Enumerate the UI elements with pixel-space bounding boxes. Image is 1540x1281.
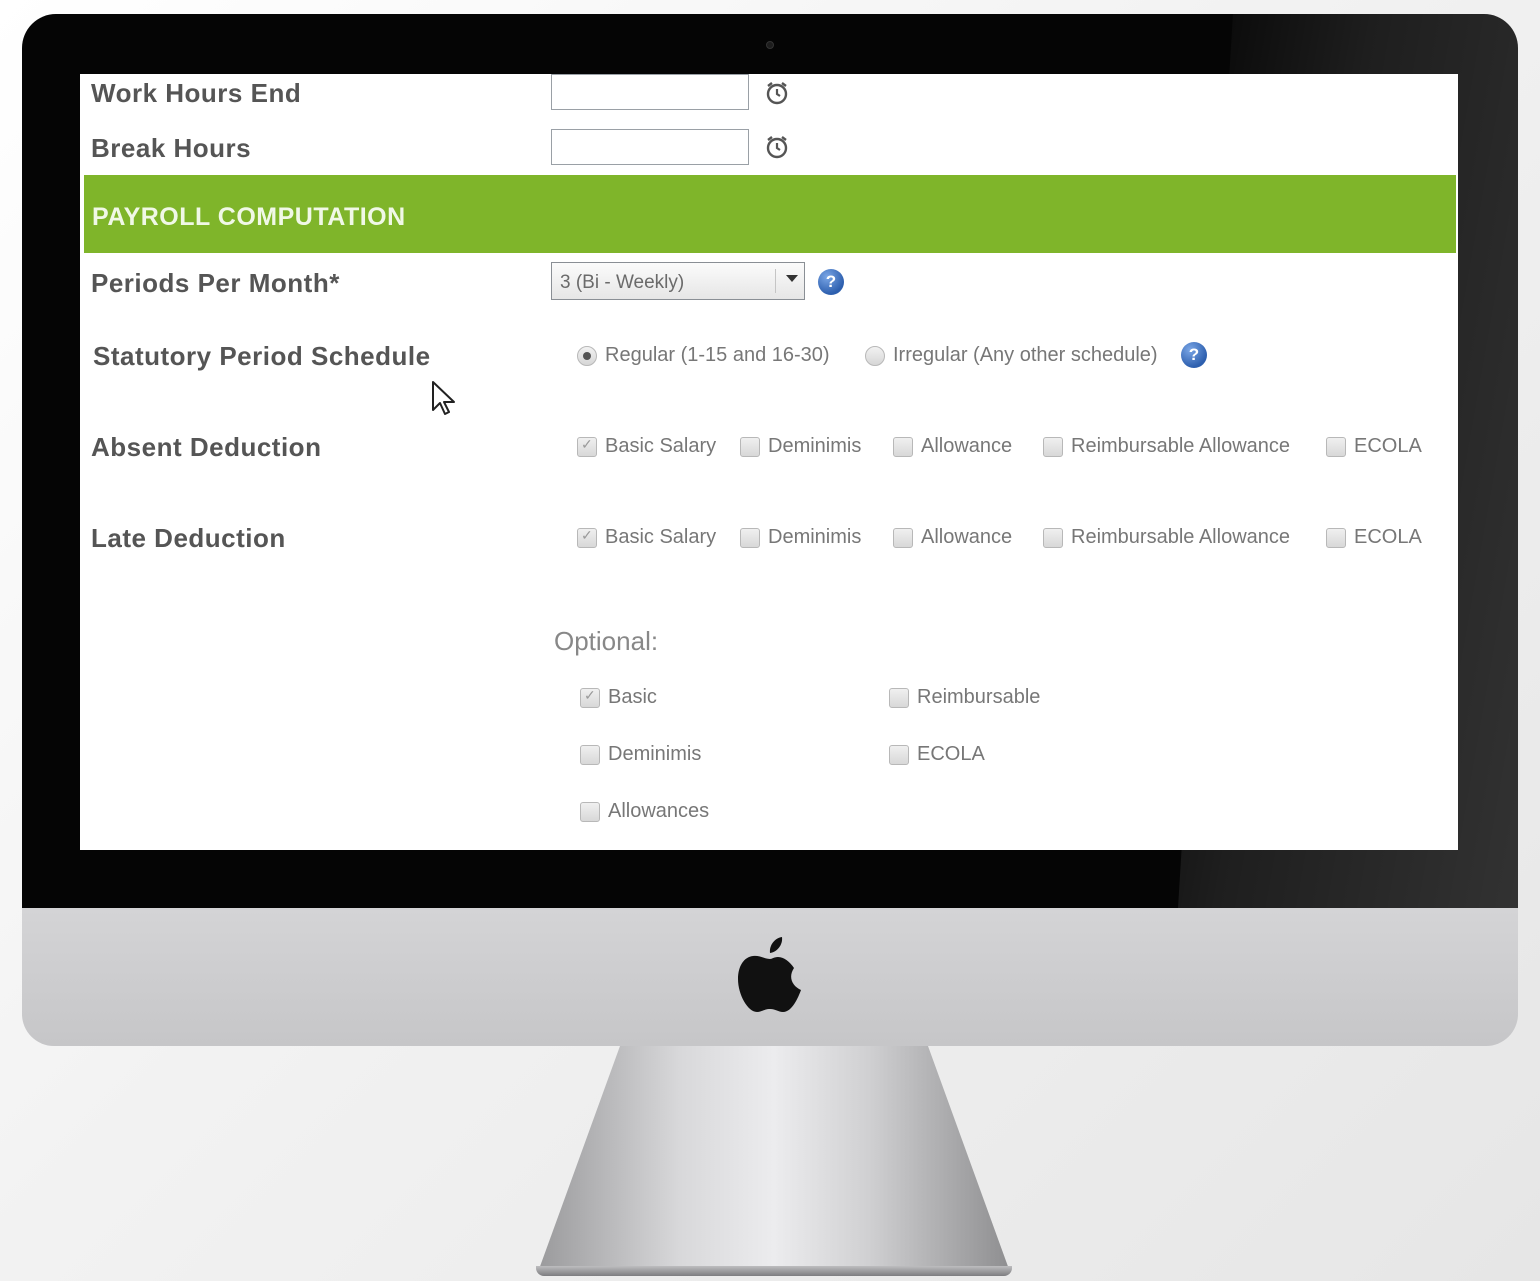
optional-reimbursable-checkbox[interactable]: Reimbursable (889, 686, 1040, 709)
checkbox[interactable] (1043, 527, 1063, 548)
checkbox-label: Basic Salary (605, 435, 717, 457)
statutory-period-schedule-label: Statutory Period Schedule (93, 341, 431, 371)
periods-per-month-label: Periods Per Month* (91, 268, 340, 298)
late-basic-salary-checkbox[interactable]: Basic Salary (577, 526, 716, 549)
late-allowance-checkbox[interactable]: Allowance (893, 526, 1012, 549)
absent-basic-salary-checkbox[interactable]: Basic Salary (577, 435, 716, 458)
mouse-cursor-icon (432, 381, 455, 415)
checkbox-label: Reimbursable Allowance (1071, 526, 1291, 548)
optional-allowances-checkbox[interactable]: Allowances (580, 800, 709, 823)
checkbox-label: Deminimis (768, 435, 862, 457)
checkbox-label: Allowance (921, 526, 1013, 548)
radio-label: Regular (1-15 and 16-30) (605, 344, 830, 366)
absent-ecola-checkbox[interactable]: ECOLA (1326, 435, 1422, 458)
alarm-clock-icon[interactable] (764, 80, 790, 106)
radio-irregular[interactable]: Irregular (Any other schedule) (865, 344, 1158, 367)
checkbox[interactable] (577, 436, 597, 457)
checkbox-label: Reimbursable Allowance (1071, 435, 1291, 457)
radio-regular[interactable]: Regular (1-15 and 16-30) (577, 344, 830, 367)
break-hours-input[interactable] (551, 129, 749, 165)
section-title: PAYROLL COMPUTATION (92, 203, 406, 231)
break-hours-label: Break Hours (91, 133, 252, 163)
radio-label: Irregular (Any other schedule) (893, 344, 1158, 366)
checkbox-label: Basic Salary (605, 526, 717, 548)
select-value: 3 (Bi - Weekly) (560, 272, 685, 293)
checkbox-label: ECOLA (1354, 526, 1422, 548)
screen: Work Hours End Break Hours PAYROLL COMPU… (80, 74, 1458, 850)
optional-basic-checkbox[interactable]: Basic (580, 686, 657, 709)
imac-stand-base (536, 1266, 1012, 1276)
checkbox[interactable] (577, 527, 597, 548)
checkbox-label: Deminimis (768, 526, 862, 548)
absent-allowance-checkbox[interactable]: Allowance (893, 435, 1012, 458)
work-hours-end-input[interactable] (551, 74, 749, 110)
checkbox[interactable] (1326, 436, 1346, 457)
radio-button[interactable] (865, 345, 885, 366)
checkbox[interactable] (1326, 527, 1346, 548)
checkbox[interactable] (740, 527, 760, 548)
checkbox[interactable] (893, 436, 913, 457)
checkbox-label: Reimbursable (917, 686, 1041, 708)
camera (766, 41, 774, 49)
help-icon[interactable]: ? (818, 269, 844, 295)
checkbox-label: Deminimis (608, 743, 702, 765)
checkbox[interactable] (580, 801, 600, 822)
optional-deminimis-checkbox[interactable]: Deminimis (580, 743, 701, 766)
late-deduction-label: Late Deduction (91, 523, 286, 553)
work-hours-end-label: Work Hours End (91, 78, 302, 108)
checkbox[interactable] (1043, 436, 1063, 457)
checkbox-label: ECOLA (1354, 435, 1422, 457)
select-separator (775, 269, 776, 293)
late-reimbursable-allowance-checkbox[interactable]: Reimbursable Allowance (1043, 526, 1290, 549)
optional-title: Optional: (554, 626, 659, 656)
alarm-clock-icon[interactable] (764, 134, 790, 160)
absent-reimbursable-allowance-checkbox[interactable]: Reimbursable Allowance (1043, 435, 1290, 458)
checkbox[interactable] (889, 744, 909, 765)
imac-stand (538, 1046, 1010, 1272)
absent-deminimis-checkbox[interactable]: Deminimis (740, 435, 861, 458)
checkbox-label: Allowance (921, 435, 1013, 457)
periods-per-month-select[interactable]: 3 (Bi - Weekly) (551, 262, 805, 300)
late-deminimis-checkbox[interactable]: Deminimis (740, 526, 861, 549)
checkbox[interactable] (893, 527, 913, 548)
help-icon[interactable]: ? (1181, 342, 1207, 368)
checkbox[interactable] (580, 687, 600, 708)
optional-ecola-checkbox[interactable]: ECOLA (889, 743, 985, 766)
checkbox-label: Allowances (608, 800, 710, 822)
checkbox-label: Basic (608, 686, 657, 708)
payroll-computation-section-header: PAYROLL COMPUTATION (84, 175, 1456, 253)
checkbox[interactable] (580, 744, 600, 765)
chevron-down-icon (786, 275, 798, 282)
absent-deduction-label: Absent Deduction (91, 432, 322, 462)
checkbox-label: ECOLA (917, 743, 985, 765)
radio-button[interactable] (577, 345, 597, 366)
late-ecola-checkbox[interactable]: ECOLA (1326, 526, 1422, 549)
checkbox[interactable] (740, 436, 760, 457)
apple-logo-icon (738, 937, 801, 1012)
checkbox[interactable] (889, 687, 909, 708)
